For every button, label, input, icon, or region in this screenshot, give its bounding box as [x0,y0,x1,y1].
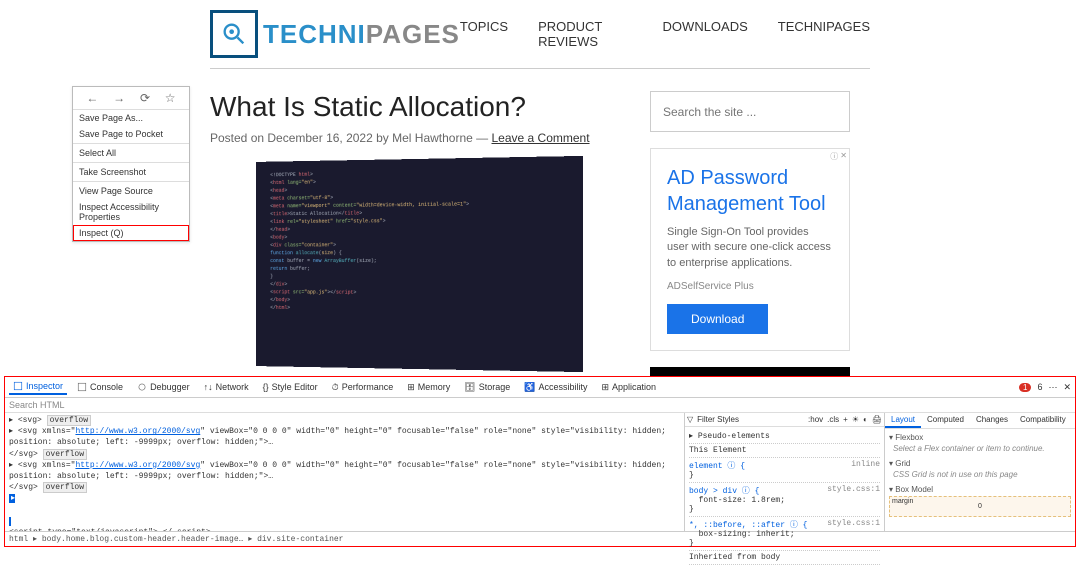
search-input[interactable] [663,105,837,119]
logo[interactable]: TECHNIPAGES [210,10,460,58]
error-count-badge[interactable]: 1 [1019,383,1031,392]
light-icon[interactable]: ☀ [852,415,859,424]
bookmark-icon[interactable]: ☆ [165,91,176,105]
devtools-tabs: Inspector Console Debugger ↑↓ Network {}… [5,377,1075,398]
html-search-input[interactable]: Search HTML [5,398,1075,413]
tab-console[interactable]: Console [73,380,127,394]
tab-network[interactable]: ↑↓ Network [200,380,253,394]
print-icon[interactable]: 🖨 [872,415,882,424]
pseudo-section[interactable]: ▸ Pseudo-elements [689,429,880,444]
ad-badge[interactable]: ⓘ✕ [830,151,847,162]
layout-pane: Layout Computed Changes Compatibility ▾ … [885,413,1075,531]
tab-debugger[interactable]: Debugger [133,380,194,394]
flexbox-section[interactable]: ▾ Flexbox [889,433,1071,442]
compat-tab[interactable]: Compatibility [1014,413,1072,428]
grid-section[interactable]: ▾ Grid [889,459,1071,468]
box-model-diagram[interactable]: margin0 [889,496,1071,517]
search-box [650,91,850,132]
adchoices-icon[interactable]: ⓘ [830,151,838,162]
nav-topics[interactable]: TOPICS [460,19,508,49]
ctx-view-source[interactable]: View Page Source [73,183,189,199]
article-meta: Posted on December 16, 2022 by Mel Hawth… [210,131,620,145]
tab-application[interactable]: ⊞ Application [597,380,660,395]
nav-downloads[interactable]: DOWNLOADS [663,19,748,49]
devtools-close-icon[interactable]: ✕ [1063,382,1071,393]
layout-tab[interactable]: Layout [885,413,921,428]
breadcrumb[interactable]: html ▸ body.home.blog.custom-header.head… [5,531,1075,546]
ad-box: ⓘ✕ AD Password Management Tool Single Si… [650,148,850,351]
computed-tab[interactable]: Computed [921,413,970,428]
contrast-icon[interactable]: ◐ [863,415,868,424]
styles-pane: ▽ Filter Styles :hov .cls + ☀ ◐ 🖨 ▸ Pseu… [685,413,885,531]
ctx-inspect-a11y[interactable]: Inspect Accessibility Properties [73,199,189,225]
context-nav-row: ← → ⟳ ☆ [73,87,189,110]
filter-styles-icon[interactable]: ▽ [687,415,693,424]
tab-style-editor[interactable]: {} Style Editor [259,380,322,394]
ctx-inspect[interactable]: Inspect (Q) [73,225,189,241]
context-menu: ← → ⟳ ☆ Save Page As... Save Page to Poc… [72,86,190,242]
reload-icon[interactable]: ⟳ [140,91,150,105]
article-hero-image: <!DOCTYPE html> <html lang="en"> <head> … [256,156,583,372]
changes-tab[interactable]: Changes [970,413,1014,428]
nav-technipages[interactable]: TECHNIPAGES [778,19,870,49]
ad-description: Single Sign-On Tool provides user with s… [667,225,833,271]
ctx-select-all[interactable]: Select All [73,145,189,161]
this-element-section: This Element [689,444,880,458]
tab-performance[interactable]: ⏱ Performance [328,380,398,395]
hov-toggle[interactable]: :hov [808,415,823,424]
ad-source: ADSelfService Plus [667,281,833,292]
ad-download-button[interactable]: Download [667,304,768,334]
devtools-panel: Inspector Console Debugger ↑↓ Network {}… [4,376,1076,547]
nav-reviews[interactable]: PRODUCT REVIEWS [538,19,632,49]
tab-inspector[interactable]: Inspector [9,379,67,395]
forward-icon[interactable]: → [113,91,125,105]
add-rule-icon[interactable]: + [843,415,848,424]
leave-comment-link[interactable]: Leave a Comment [492,131,590,145]
logo-icon [210,10,258,58]
filter-styles-input[interactable]: Filter Styles [697,415,739,424]
ctx-save-pocket[interactable]: Save Page to Pocket [73,126,189,142]
main-nav: TOPICS PRODUCT REVIEWS DOWNLOADS TECHNIP… [460,19,870,49]
tab-memory[interactable]: ⊞ Memory [403,380,454,395]
article-title: What Is Static Allocation? [210,91,620,123]
tab-accessibility[interactable]: ♿ Accessibility [520,380,591,395]
ctx-save-as[interactable]: Save Page As... [73,110,189,126]
ctx-screenshot[interactable]: Take Screenshot [73,164,189,180]
cls-toggle[interactable]: .cls [827,415,839,424]
html-tree[interactable]: ▸ <svg> overflow▸ <svg xmlns="http://www… [5,413,685,531]
warning-count[interactable]: 6 [1037,382,1042,392]
close-ad-icon[interactable]: ✕ [840,151,847,162]
ad-title[interactable]: AD Password Management Tool [667,165,833,217]
page-header: TECHNIPAGES TOPICS PRODUCT REVIEWS DOWNL… [210,0,870,69]
back-icon[interactable]: ← [86,91,98,105]
devtools-settings-icon[interactable]: ⋯ [1048,382,1057,393]
tab-storage[interactable]: 🗄 Storage [460,380,514,395]
logo-text: TECHNIPAGES [263,19,460,50]
boxmodel-section[interactable]: ▾ Box Model [889,485,1071,494]
